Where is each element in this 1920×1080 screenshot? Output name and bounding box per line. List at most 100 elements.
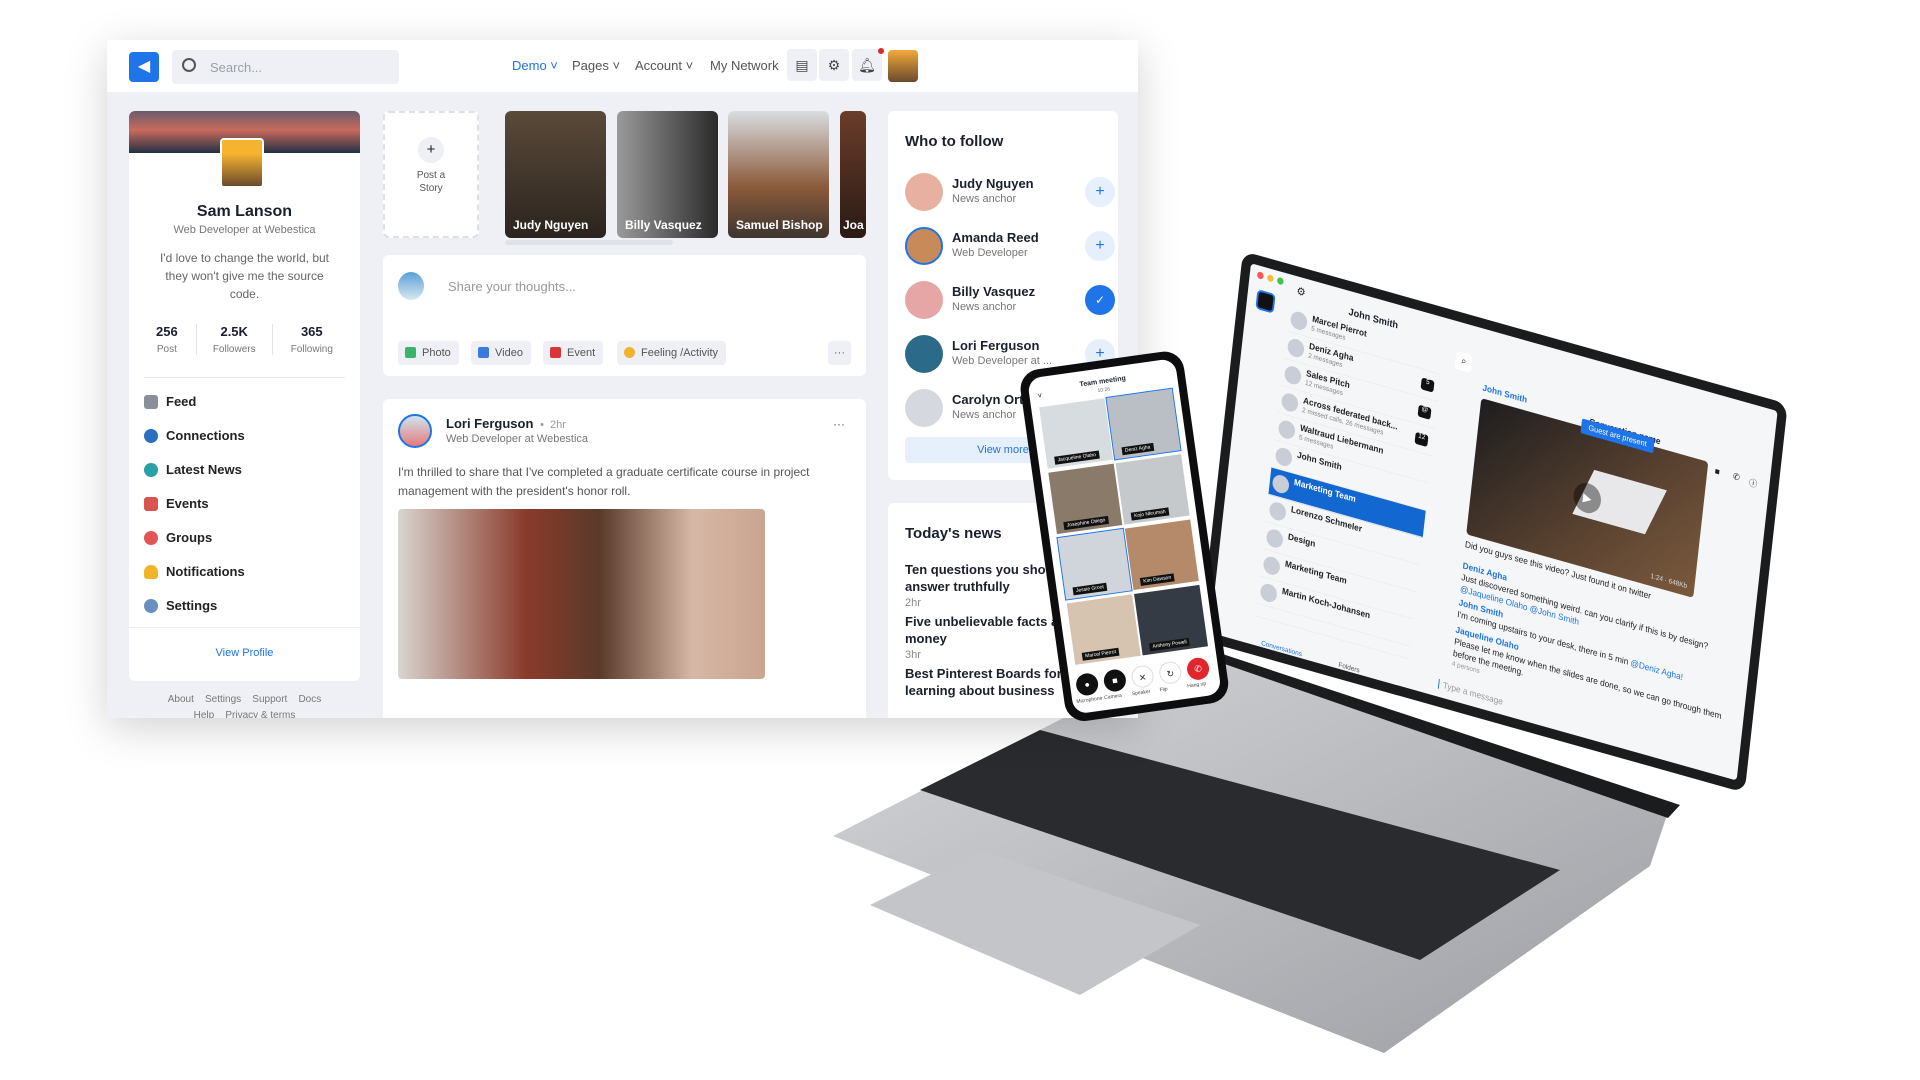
home-icon <box>144 394 158 409</box>
hang-up-button[interactable]: ✆ <box>1185 656 1211 682</box>
footer-links: About Settings Support Docs Help Privacy … <box>129 692 360 718</box>
avatar[interactable] <box>905 173 943 211</box>
flip-button[interactable]: ↻ <box>1157 660 1183 686</box>
participant-tile[interactable]: Deniz Agha <box>1105 387 1182 461</box>
profile-bio: I'd love to change the world, but they w… <box>159 251 330 301</box>
tab-conversations[interactable]: Conversations <box>1261 640 1302 658</box>
notification-dot <box>878 48 884 54</box>
profile-card: Sam Lanson Web Developer at Webestica I'… <box>129 111 360 681</box>
avatar[interactable] <box>905 389 943 427</box>
event-button[interactable]: Event <box>543 341 604 365</box>
video-button[interactable]: Video <box>471 341 531 365</box>
section-title: Today's news <box>905 525 1002 542</box>
video-message[interactable]: Guest are present ▶ 1:24 · 648Kb <box>1466 398 1709 598</box>
tab-folders[interactable]: Folders <box>1338 662 1360 675</box>
top-navbar: ◀ Search... Demo ˅ Pages ˅ Account ˅ My … <box>107 40 1138 92</box>
author-avatar[interactable] <box>398 414 432 448</box>
avatar <box>1277 418 1296 441</box>
nav-account[interactable]: Account ˅ <box>635 58 693 73</box>
footer-settings[interactable]: Settings <box>205 694 241 705</box>
phone-icon[interactable]: ✆ <box>1732 471 1740 484</box>
footer-support[interactable]: Support <box>252 694 287 705</box>
participant-tile[interactable]: Anthony Powell <box>1134 584 1209 656</box>
avatar <box>1265 527 1284 550</box>
video-call-icon[interactable]: ■ <box>1714 466 1720 477</box>
photo-button[interactable]: Photo <box>398 341 459 365</box>
feeling-activity-button[interactable]: Feeling /Activity <box>617 341 727 365</box>
nav-demo[interactable]: Demo ˅ <box>512 58 558 73</box>
news-item-time: 3hr <box>905 649 921 661</box>
sidebar-item-feed[interactable]: Feed <box>144 394 196 409</box>
sidebar-item-connections[interactable]: Connections <box>144 428 245 443</box>
news-item-time: 2hr <box>905 597 921 609</box>
logo-megaphone-icon[interactable]: ◀ <box>129 52 159 82</box>
profile-avatar[interactable] <box>220 138 264 188</box>
footer-about[interactable]: About <box>168 694 194 705</box>
globe-icon <box>144 462 158 477</box>
view-profile-link[interactable]: View Profile <box>129 647 360 659</box>
share-thoughts-input[interactable]: Share your thoughts... <box>448 279 576 294</box>
gear-icon[interactable]: ⚙ <box>1296 284 1306 299</box>
unread-badge: 5 <box>1420 377 1435 393</box>
post-story-button[interactable]: + Post a Story <box>383 111 479 238</box>
divider <box>144 377 345 378</box>
stories-scrollbar[interactable] <box>505 240 673 245</box>
bell-icon[interactable]: 🔔︎ <box>852 49 882 81</box>
nav-my-network[interactable]: My Network <box>710 58 779 73</box>
info-icon[interactable]: ⓘ <box>1748 476 1758 491</box>
follow-plus-button[interactable]: + <box>1085 177 1115 207</box>
story-card[interactable]: Joa <box>840 111 866 238</box>
avatar[interactable] <box>905 281 943 319</box>
camera-button[interactable]: ■ <box>1102 668 1128 693</box>
unread-badge: 12 <box>1414 431 1429 448</box>
gear-icon[interactable]: ⚙ <box>819 49 849 81</box>
stat-followers[interactable]: 2.5K Followers <box>195 324 273 355</box>
participant-tile[interactable]: Jessie Groot <box>1056 527 1133 601</box>
avatar[interactable] <box>905 227 943 265</box>
stat-posts[interactable]: 256 Post <box>156 324 178 355</box>
nav-pages[interactable]: Pages ˅ <box>572 58 620 73</box>
microphone-button[interactable]: ● <box>1074 671 1100 697</box>
footer-privacy[interactable]: Privacy & terms <box>225 710 295 718</box>
follow-plus-button[interactable]: + <box>1085 231 1115 261</box>
chat-icon[interactable]: ▤ <box>787 49 817 81</box>
avatar <box>398 272 424 300</box>
sidebar-item-latest-news[interactable]: Latest News <box>144 462 242 477</box>
post-more-button[interactable]: ··· <box>833 417 845 431</box>
story-card[interactable]: Judy Nguyen <box>505 111 606 238</box>
avatar <box>1268 500 1287 523</box>
section-title: Who to follow <box>905 133 1004 150</box>
participant-tile[interactable]: Jacqueline Olaho <box>1039 398 1114 469</box>
sidebar-item-notifications[interactable]: Notifications <box>144 564 245 579</box>
search-input[interactable]: Search... <box>172 50 399 84</box>
sidebar-item-groups[interactable]: Groups <box>144 530 212 545</box>
participant-tile[interactable]: Kojo Nkrumah <box>1115 454 1190 525</box>
feed-post: Lori Ferguson • 2hr Web Developer at Web… <box>383 399 866 718</box>
speaker-button[interactable]: ✕ <box>1130 664 1156 690</box>
avatar[interactable] <box>888 50 918 82</box>
avatar <box>1274 445 1293 468</box>
participant-tile[interactable]: Josephine Otiego <box>1048 463 1123 535</box>
stat-following[interactable]: 365 Following <box>291 324 333 355</box>
story-card[interactable]: Billy Vasquez <box>617 111 718 238</box>
post-author[interactable]: Lori Ferguson • 2hr <box>446 416 566 431</box>
following-user-icon[interactable]: ✓ <box>1085 285 1115 315</box>
follow-suggestion: Judy Nguyen News anchor + <box>905 173 1115 217</box>
participant-tile[interactable]: Marcel Pierrot <box>1066 594 1141 665</box>
post-image[interactable] <box>398 509 765 679</box>
sidebar-item-events[interactable]: Events <box>144 496 209 511</box>
story-card[interactable]: Samuel Bishop <box>728 111 829 238</box>
footer-docs[interactable]: Docs <box>298 694 321 705</box>
participant-tile[interactable]: Kim Dawson <box>1124 519 1199 591</box>
avatar <box>1259 581 1278 605</box>
more-options-button[interactable]: ··· <box>828 341 851 365</box>
search-icon[interactable]: ⌕ <box>1454 351 1473 374</box>
footer-help[interactable]: Help <box>194 710 215 718</box>
sidebar-item-settings[interactable]: Settings <box>144 598 217 613</box>
bell-icon <box>144 564 158 579</box>
profile-name: Sam Lanson <box>196 203 293 220</box>
avatar[interactable] <box>905 335 943 373</box>
avatar <box>1262 554 1281 577</box>
avatar <box>1271 473 1290 496</box>
app-logo[interactable] <box>1255 289 1276 314</box>
